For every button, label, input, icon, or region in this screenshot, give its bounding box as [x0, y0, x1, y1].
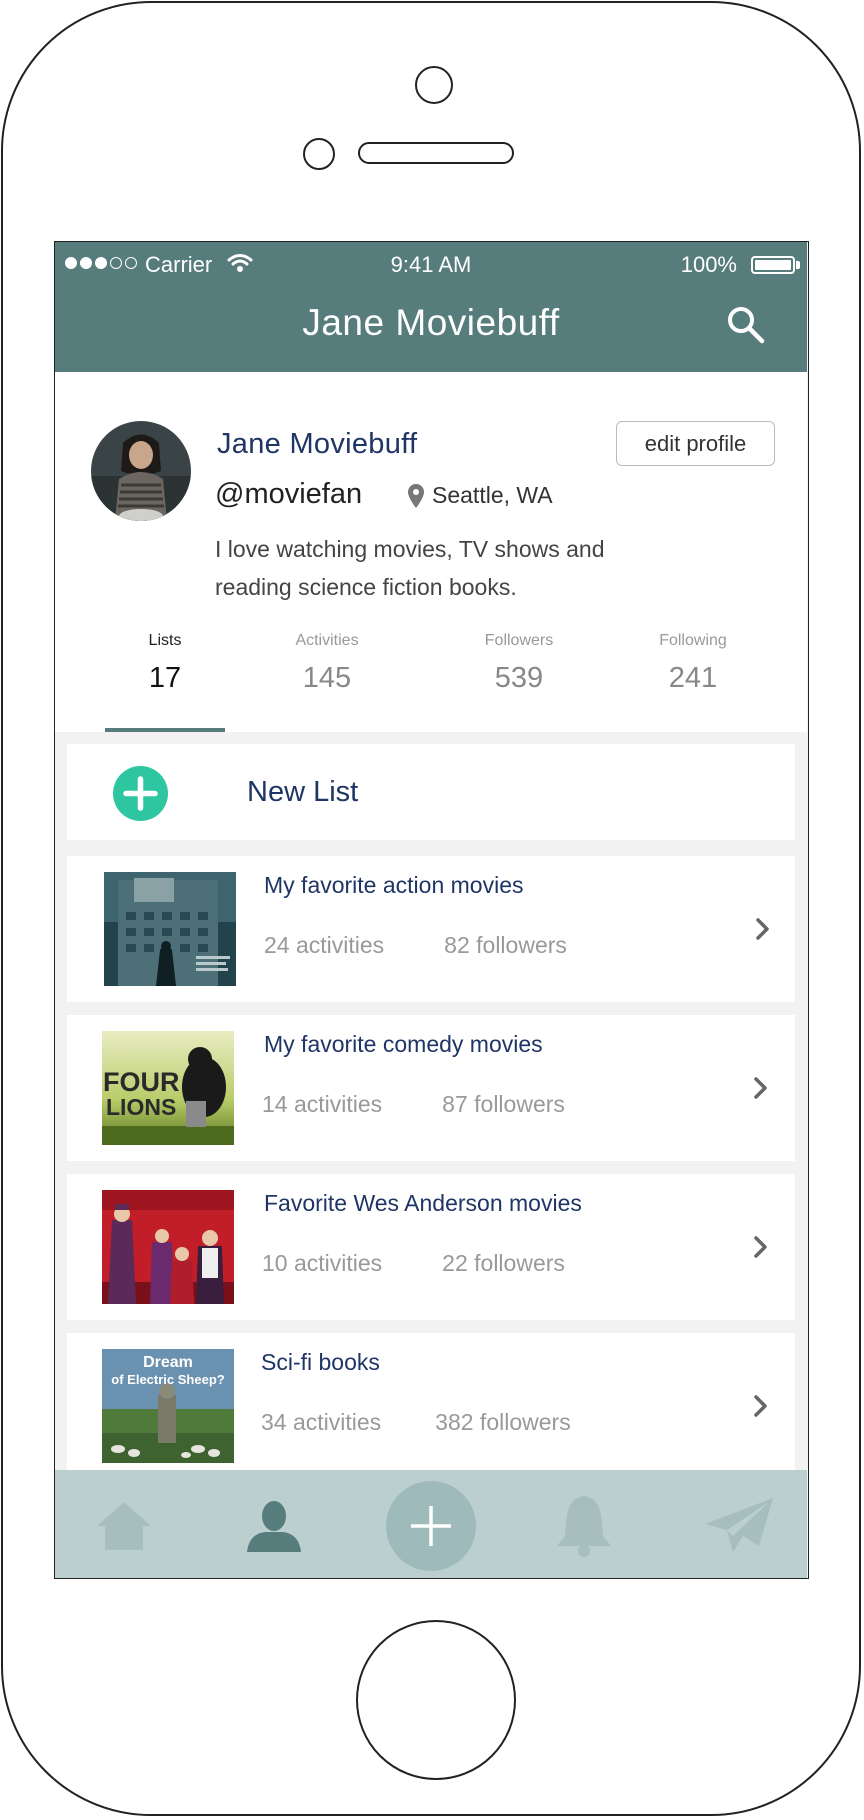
thumb-text: LIONS — [106, 1094, 176, 1120]
app-header: Carrier 9:41 AM 100% Jane Moviebuff — [55, 242, 807, 372]
bell-icon[interactable] — [555, 1492, 613, 1558]
list-thumbnail-action — [104, 872, 236, 986]
profile-name: Jane Moviebuff — [217, 428, 418, 460]
add-icon[interactable] — [385, 1480, 477, 1572]
stat-label: Activities — [295, 632, 359, 649]
location-label: Seattle, WA — [432, 482, 553, 508]
avatar[interactable] — [91, 421, 191, 521]
edit-profile-button[interactable]: edit profile — [616, 421, 775, 466]
tab-following[interactable]: Following 241 — [623, 632, 763, 695]
list-item[interactable]: My favorite action movies 24 activities 8… — [67, 856, 795, 1002]
profile-handle: @moviefan — [215, 478, 363, 510]
bio-line: reading science fiction books. — [215, 574, 517, 600]
list-activities: 14 activities — [262, 1091, 383, 1117]
home-icon[interactable] — [95, 1500, 153, 1552]
status-bar: Carrier 9:41 AM 100% — [55, 250, 807, 280]
battery-icon — [751, 256, 795, 274]
list-activities: 10 activities — [262, 1250, 383, 1276]
list-thumbnail-scifi: Dream of Electric Sheep? — [102, 1349, 234, 1463]
thumb-text: Dream — [143, 1354, 193, 1371]
list-thumbnail-wes-anderson — [102, 1190, 234, 1304]
stat-value: 539 — [494, 662, 544, 694]
profile-card: Jane Moviebuff edit profile @moviefan Se… — [55, 372, 807, 732]
thumb-text: of Electric Sheep? — [111, 1372, 224, 1387]
stat-label: Followers — [484, 632, 554, 649]
profile-location: Seattle, WA — [408, 482, 553, 509]
active-tab-indicator — [105, 728, 225, 732]
tab-activities[interactable]: Activities 145 — [257, 632, 397, 695]
stat-value: 17 — [148, 662, 182, 694]
send-icon[interactable] — [703, 1496, 775, 1554]
profile-stats: Lists 17 Activities 145 Followers 539 Fo… — [55, 632, 807, 732]
profile-icon[interactable] — [245, 1498, 303, 1554]
list-title: Sci-fi books — [261, 1349, 380, 1375]
chevron-right-icon — [754, 1236, 767, 1258]
bottom-tab-bar — [55, 1470, 807, 1578]
list-meta: 24 activities 82 followers — [264, 932, 567, 959]
location-pin-icon — [408, 483, 424, 508]
list-meta: 34 activities 382 followers — [261, 1409, 571, 1436]
new-list-button[interactable]: New List — [67, 744, 795, 840]
list-activities: 34 activities — [261, 1409, 382, 1435]
list-item[interactable]: FOUR LIONS My favorite comedy movies 14 … — [67, 1015, 795, 1161]
chevron-right-icon — [754, 1395, 767, 1417]
app-screen: Carrier 9:41 AM 100% Jane Moviebuff Jane… — [54, 241, 809, 1579]
list-activities: 24 activities — [264, 932, 385, 958]
list-title: My favorite action movies — [264, 872, 524, 898]
thumb-text: FOUR — [103, 1067, 180, 1097]
battery-tip — [796, 261, 800, 269]
home-button[interactable] — [356, 1620, 516, 1780]
list-followers: 382 followers — [435, 1409, 571, 1435]
proximity-sensor — [303, 138, 335, 170]
stat-value: 241 — [668, 662, 718, 694]
bio-line: I love watching movies, TV shows and — [215, 536, 605, 562]
earpiece-speaker — [358, 142, 514, 164]
profile-bio: I love watching movies, TV shows and rea… — [215, 530, 685, 606]
list-item[interactable]: Favorite Wes Anderson movies 10 activiti… — [67, 1174, 795, 1320]
add-circle-icon — [113, 766, 168, 821]
list-title: My favorite comedy movies — [264, 1031, 543, 1057]
search-icon[interactable] — [725, 304, 767, 346]
list-followers: 87 followers — [442, 1091, 565, 1117]
page-title: Jane Moviebuff — [302, 302, 560, 343]
battery-percentage: 100% — [680, 252, 737, 277]
chevron-right-icon — [756, 918, 769, 940]
new-list-label: New List — [247, 776, 359, 808]
tab-lists[interactable]: Lists 17 — [95, 632, 235, 695]
stat-label: Lists — [148, 632, 182, 649]
tab-followers[interactable]: Followers 539 — [449, 632, 589, 695]
front-camera — [415, 66, 453, 104]
list-followers: 82 followers — [444, 932, 567, 958]
list-meta: 10 activities 22 followers — [262, 1250, 565, 1277]
list-meta: 14 activities 87 followers — [262, 1091, 565, 1118]
stat-value: 145 — [302, 662, 352, 694]
list-followers: 22 followers — [442, 1250, 565, 1276]
list-title: Favorite Wes Anderson movies — [264, 1190, 582, 1216]
list-item[interactable]: Dream of Electric Sheep? Sci-fi books 34… — [67, 1333, 795, 1479]
stat-label: Following — [659, 632, 727, 649]
list-thumbnail-comedy: FOUR LIONS — [102, 1031, 234, 1145]
chevron-right-icon — [754, 1077, 767, 1099]
